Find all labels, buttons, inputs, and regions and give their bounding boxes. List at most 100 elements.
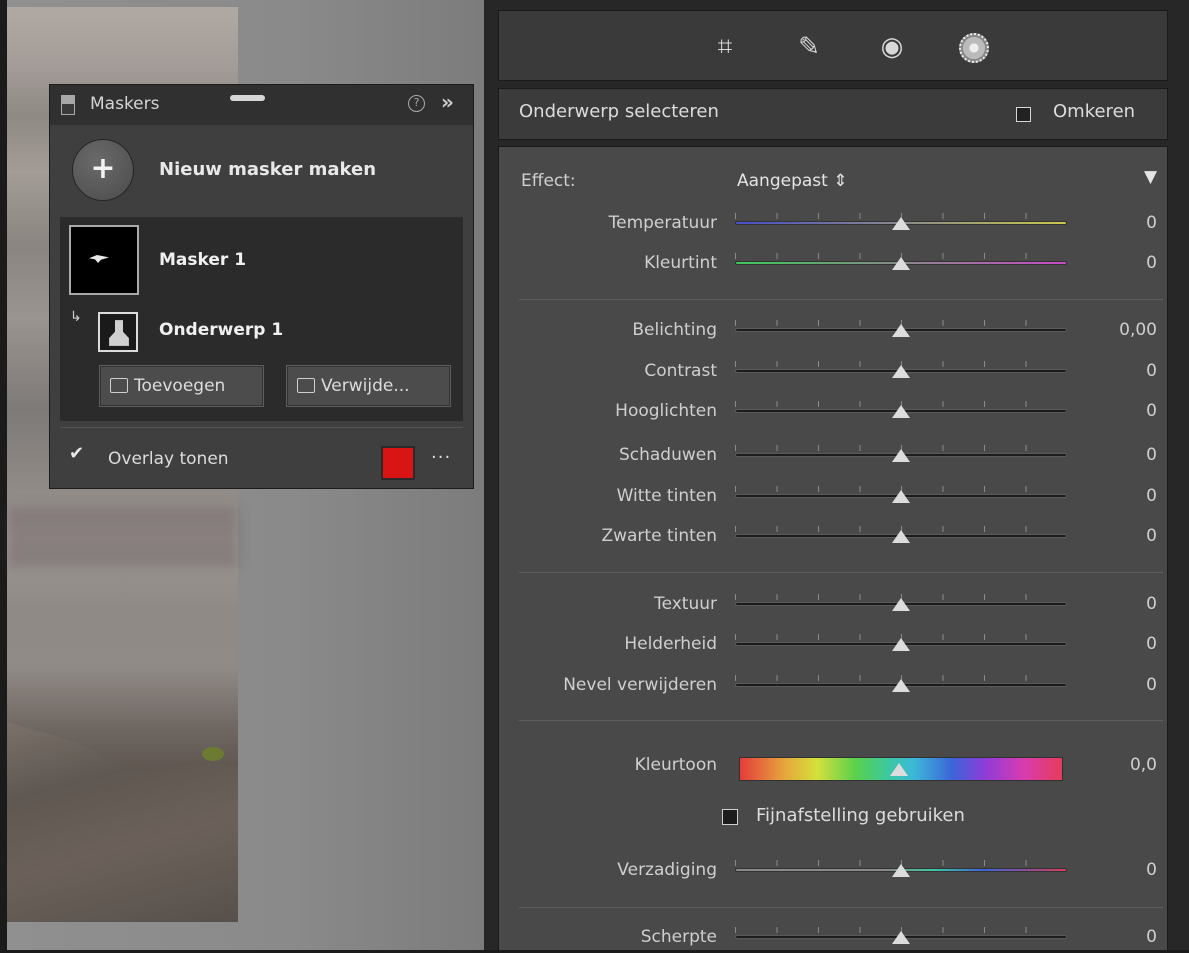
slider-label: Verzadiging xyxy=(617,860,717,880)
slider-thumb[interactable] xyxy=(892,217,910,230)
fine-tune-checkbox[interactable] xyxy=(722,809,738,825)
panel-dock-icon[interactable] xyxy=(61,95,75,115)
drag-handle[interactable] xyxy=(230,95,265,101)
slider-value[interactable]: 0 xyxy=(1146,361,1157,381)
divider xyxy=(519,720,1163,721)
slider-value[interactable]: 0 xyxy=(1146,213,1157,233)
masking-tool-icon[interactable] xyxy=(954,27,994,67)
slider-thumb[interactable] xyxy=(892,931,910,944)
slider-thumb[interactable] xyxy=(892,257,910,270)
red-eye-tool-icon[interactable]: ◉ xyxy=(872,27,912,67)
subject-thumbnail[interactable] xyxy=(98,312,138,352)
slider-label: Schaduwen xyxy=(618,445,717,465)
invert-label[interactable]: Omkeren xyxy=(1053,101,1135,122)
slider-label: Scherpte xyxy=(640,927,717,947)
slider-label: Temperatuur xyxy=(608,213,717,233)
develop-panel: ⌗ ✎ ◉ Onderwerp selecteren Omkeren Effec… xyxy=(484,0,1189,950)
remove-mask-icon xyxy=(297,378,315,393)
overlay-checkbox[interactable]: ✔ xyxy=(69,443,84,464)
slider-label: Belichting xyxy=(632,320,717,340)
crop-tool-icon[interactable]: ⌗ xyxy=(705,27,745,67)
slider-value[interactable]: 0,00 xyxy=(1119,320,1157,340)
new-mask-label[interactable]: Nieuw masker maken xyxy=(159,159,376,180)
mask-thumbnail[interactable] xyxy=(69,225,139,295)
add-mask-icon xyxy=(110,378,128,393)
slider-thumb[interactable] xyxy=(892,449,910,462)
slider-row-sharpness: Scherpte 0 xyxy=(499,923,1167,953)
slider-label: Hooglichten xyxy=(615,401,717,421)
subject-component-name[interactable]: Onderwerp 1 xyxy=(159,320,283,340)
adjustments-panel: Effect: Aangepast ⇕ ▼ Temperatuur 0 Kleu… xyxy=(498,146,1168,950)
slider-thumb[interactable] xyxy=(890,763,908,776)
slider-thumb[interactable] xyxy=(892,405,910,418)
slider-row-hue: Kleurtoon 0,0 xyxy=(499,751,1167,781)
slider-value[interactable]: 0 xyxy=(1146,927,1157,947)
more-options-icon[interactable]: ··· xyxy=(431,447,451,468)
divider xyxy=(519,299,1163,300)
slider-thumb[interactable] xyxy=(892,638,910,651)
slider-row-saturation: Verzadiging 0 xyxy=(499,856,1167,886)
plus-icon: + xyxy=(90,151,116,186)
remove-button-label: Verwijde... xyxy=(321,376,410,396)
slider-value[interactable]: 0,0 xyxy=(1130,755,1157,775)
help-icon[interactable]: ? xyxy=(408,95,425,112)
invert-checkbox[interactable] xyxy=(1016,107,1031,122)
masks-panel: Maskers ? » + Nieuw masker maken Masker … xyxy=(49,84,474,489)
slider-row-temperature: Temperatuur 0 xyxy=(499,209,1167,239)
slider-label: Zwarte tinten xyxy=(601,526,717,546)
divider xyxy=(519,907,1163,908)
masks-panel-title: Maskers xyxy=(90,94,160,114)
slider-value[interactable]: 0 xyxy=(1146,634,1157,654)
slider-row-contrast: Contrast 0 xyxy=(499,357,1167,387)
slider-value[interactable]: 0 xyxy=(1146,401,1157,421)
slider-thumb[interactable] xyxy=(892,490,910,503)
slider-row-highlights: Hooglichten 0 xyxy=(499,397,1167,427)
add-button-label: Toevoegen xyxy=(134,376,226,396)
slider-row-tint: Kleurtint 0 xyxy=(499,249,1167,279)
slider-value[interactable]: 0 xyxy=(1146,675,1157,695)
slider-label: Kleurtoon xyxy=(634,755,717,775)
slider-label: Kleurtint xyxy=(644,253,717,273)
slider-thumb[interactable] xyxy=(892,365,910,378)
mask-name[interactable]: Masker 1 xyxy=(159,250,246,270)
slider-row-clarity: Helderheid 0 xyxy=(499,630,1167,660)
collapse-icon[interactable]: ▼ xyxy=(1144,167,1157,187)
bird-silhouette-icon xyxy=(89,255,109,263)
slider-thumb[interactable] xyxy=(892,598,910,611)
slider-value[interactable]: 0 xyxy=(1146,526,1157,546)
photo-leaf xyxy=(202,747,224,761)
slider-row-shadows: Schaduwen 0 xyxy=(499,441,1167,471)
tool-strip: ⌗ ✎ ◉ xyxy=(498,10,1168,81)
slider-label: Helderheid xyxy=(624,634,717,654)
subject-bar: Onderwerp selecteren Omkeren xyxy=(498,88,1168,140)
effect-preset-select[interactable]: Aangepast ⇕ xyxy=(737,171,847,191)
slider-value[interactable]: 0 xyxy=(1146,860,1157,880)
slider-row-exposure: Belichting 0,00 xyxy=(499,316,1167,346)
remove-button[interactable]: Verwijde... xyxy=(286,365,451,407)
slider-row-blacks: Zwarte tinten 0 xyxy=(499,522,1167,552)
effect-label: Effect: xyxy=(521,171,576,191)
slider-thumb[interactable] xyxy=(892,679,910,692)
slider-value[interactable]: 0 xyxy=(1146,253,1157,273)
select-subject-label: Onderwerp selecteren xyxy=(519,101,719,122)
slider-value[interactable]: 0 xyxy=(1146,445,1157,465)
masks-panel-header[interactable]: Maskers ? » xyxy=(50,85,473,125)
new-mask-button[interactable]: + xyxy=(72,139,134,201)
slider-value[interactable]: 0 xyxy=(1146,486,1157,506)
slider-value[interactable]: 0 xyxy=(1146,594,1157,614)
mask-list: Masker 1 ↳ Onderwerp 1 Toevoegen Verwijd… xyxy=(60,217,463,421)
slider-label: Contrast xyxy=(644,361,717,381)
slider-thumb[interactable] xyxy=(892,530,910,543)
expand-icon[interactable]: » xyxy=(441,90,454,114)
slider-thumb[interactable] xyxy=(892,324,910,337)
slider-row-whites: Witte tinten 0 xyxy=(499,482,1167,512)
slider-thumb[interactable] xyxy=(892,864,910,877)
divider xyxy=(60,427,463,428)
canvas-border xyxy=(0,0,7,950)
photo-blur-band xyxy=(7,507,238,567)
add-button[interactable]: Toevoegen xyxy=(99,365,264,407)
slider-row-texture: Textuur 0 xyxy=(499,590,1167,620)
healing-tool-icon[interactable]: ✎ xyxy=(789,27,829,67)
overlay-color-swatch[interactable] xyxy=(381,446,415,480)
fine-tune-label[interactable]: Fijnafstelling gebruiken xyxy=(756,805,965,826)
